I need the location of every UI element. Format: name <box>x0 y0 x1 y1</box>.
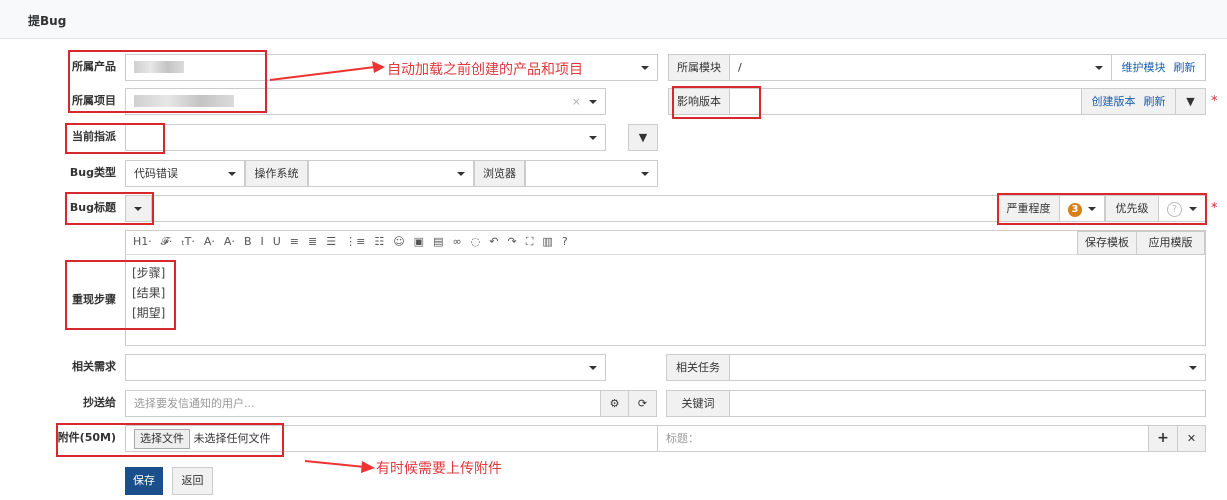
annotation-text: 有时候需要上传附件 <box>376 461 502 477</box>
annotation-text: 自动加载之前创建的产品和项目 <box>387 62 583 78</box>
annotation-arrows <box>269 61 385 473</box>
